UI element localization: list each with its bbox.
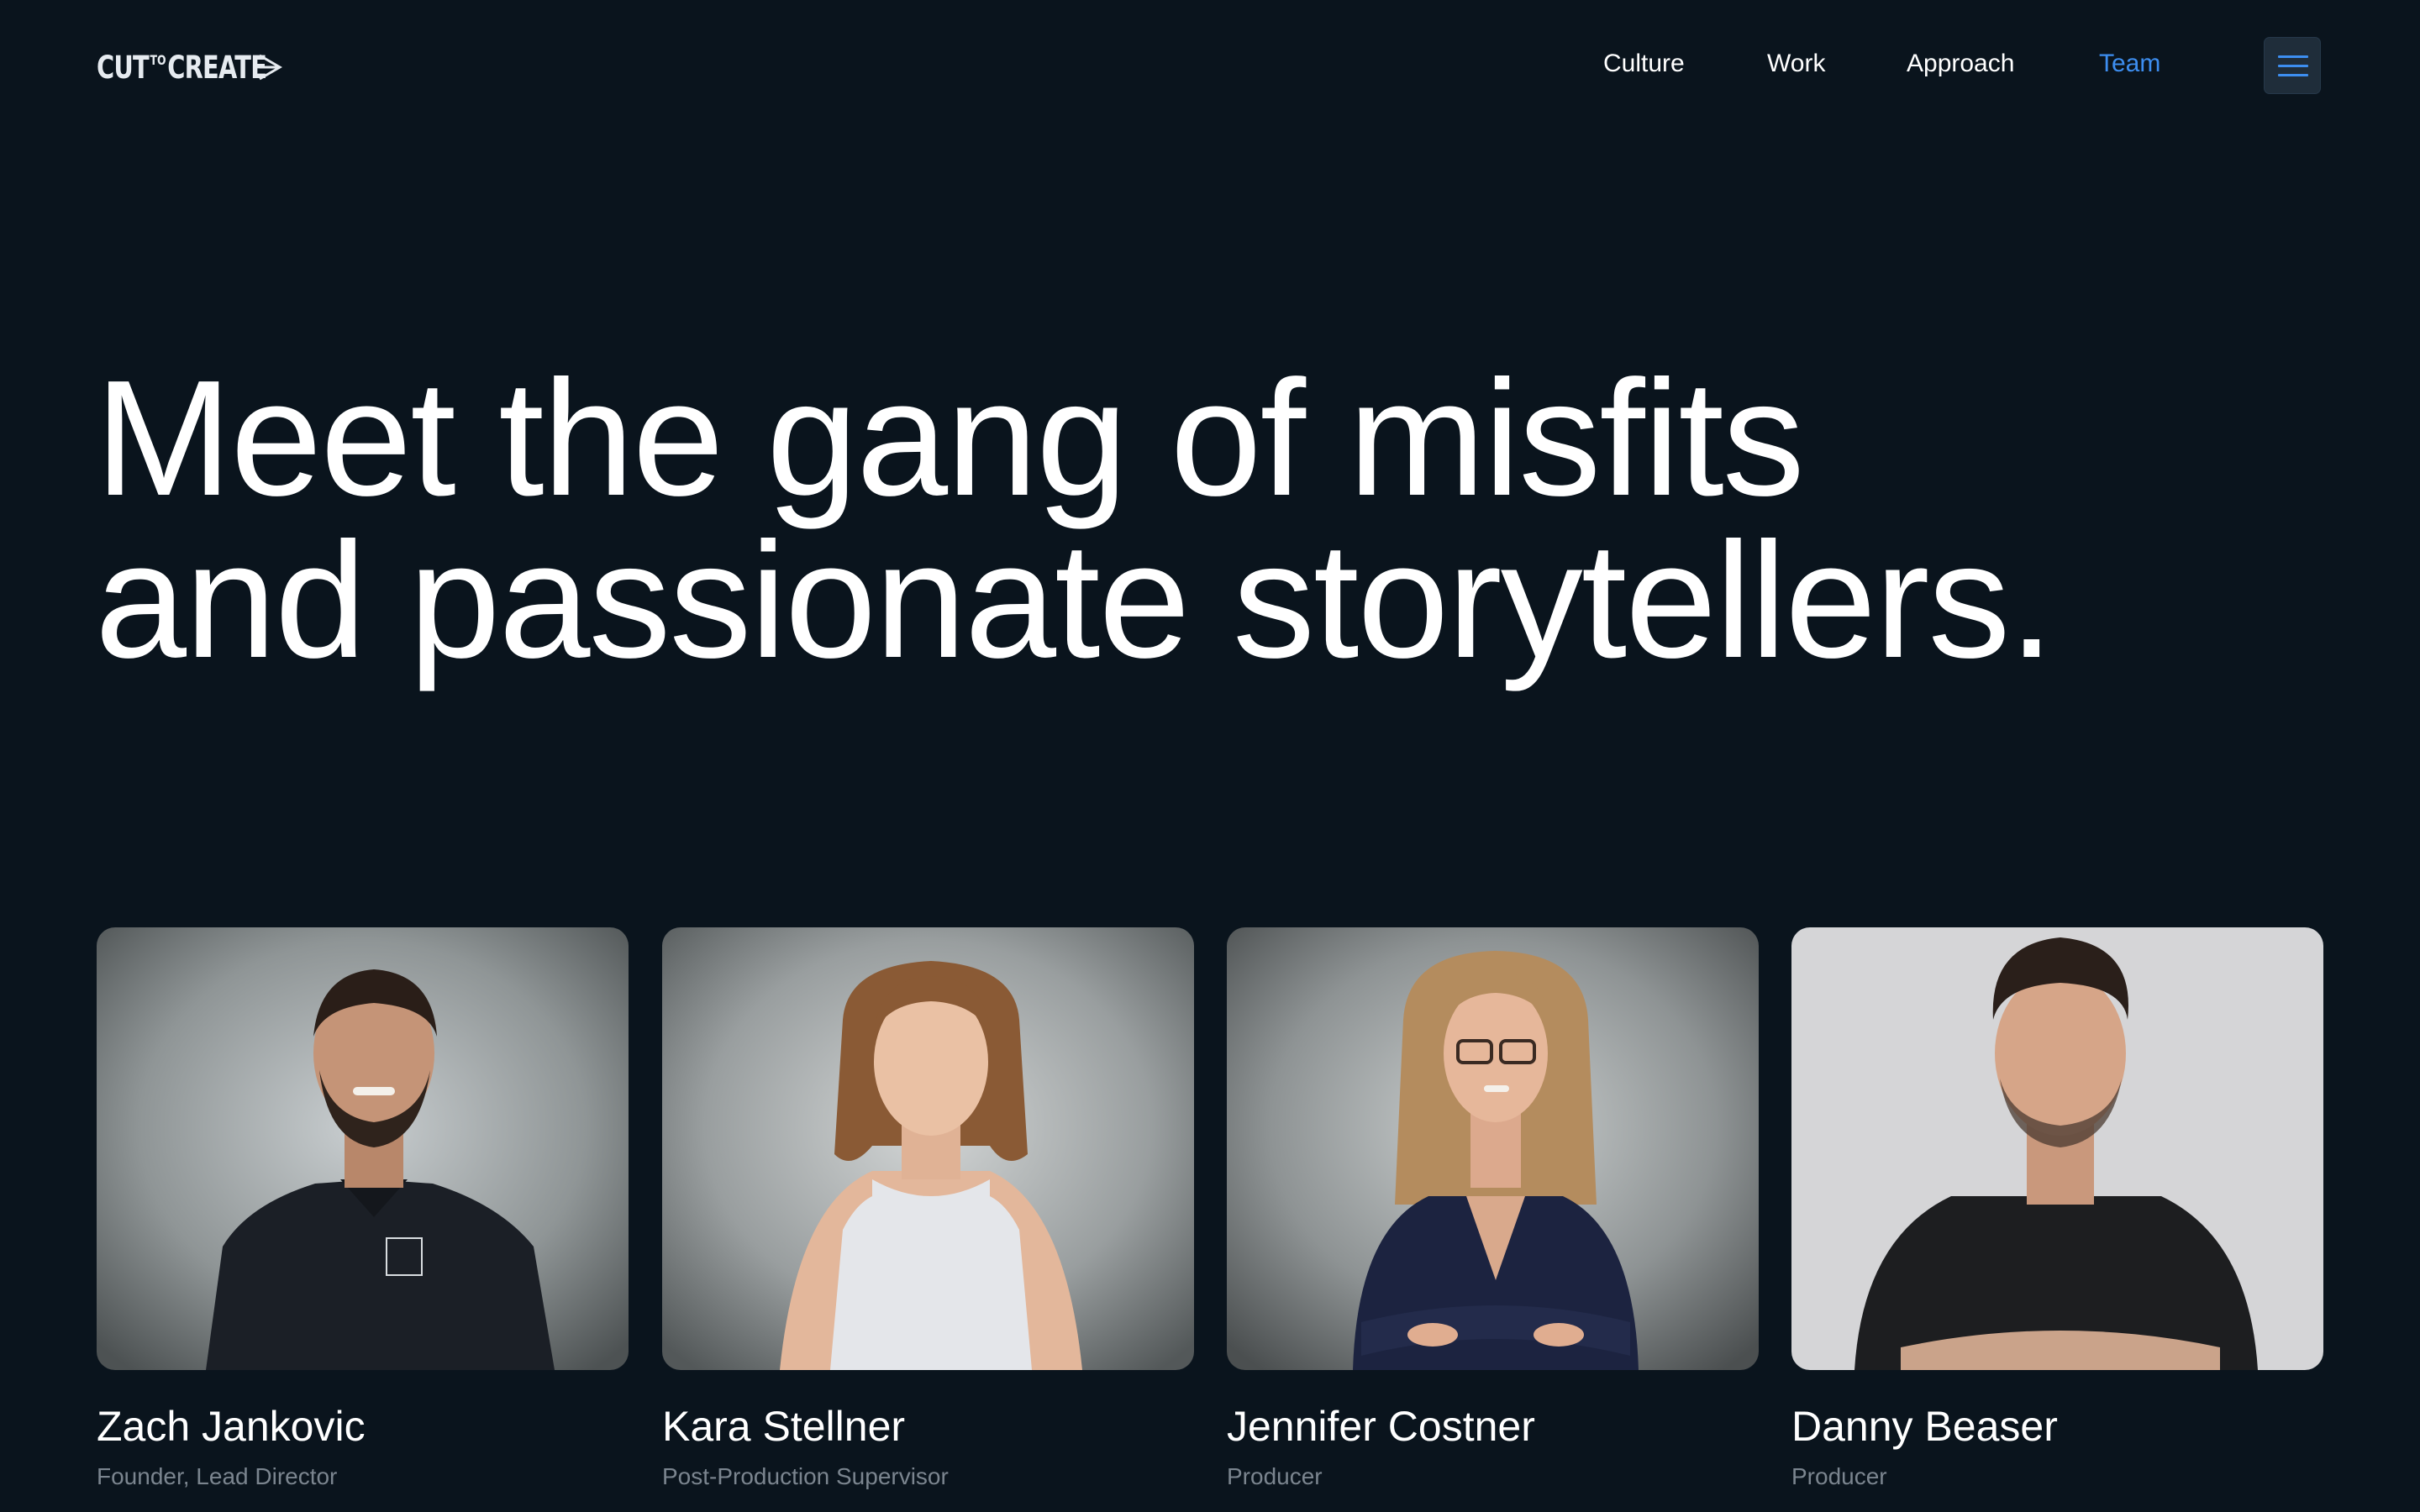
team-card-kara[interactable]: Kara Stellner Post-Production Supervisor	[662, 927, 1194, 1489]
portrait-image	[1791, 927, 2323, 1370]
member-name: Jennifer Costner	[1227, 1403, 1535, 1450]
logo-arrow-icon	[259, 54, 282, 81]
logo[interactable]: CUTTOCREATE	[97, 49, 314, 86]
team-card-zach[interactable]: Zach Jankovic Founder, Lead Director	[97, 927, 629, 1489]
nav-work[interactable]: Work	[1767, 47, 1825, 81]
hero-heading: Meet the gang of misfits and passionate …	[95, 346, 2054, 692]
team-photo	[1791, 927, 2323, 1370]
member-name: Kara Stellner	[662, 1403, 906, 1450]
member-name: Zach Jankovic	[97, 1403, 366, 1450]
member-role: Post-Production Supervisor	[662, 1463, 949, 1489]
portrait-image	[97, 927, 629, 1370]
team-card-jennifer[interactable]: Jennifer Costner Producer	[1227, 927, 1759, 1489]
hero-line-1: Meet the gang of misfits	[95, 346, 1805, 530]
hamburger-icon	[2278, 55, 2308, 58]
team-photo	[662, 927, 1194, 1370]
member-role: Producer	[1791, 1463, 1887, 1489]
logo-wordmark: CUTTOCREATE	[97, 49, 267, 86]
nav-team[interactable]: Team	[2099, 47, 2160, 81]
team-card-danny[interactable]: Danny Beaser Producer	[1791, 927, 2323, 1489]
member-name: Danny Beaser	[1791, 1403, 2058, 1450]
hero-line-2: and passionate storytellers.	[95, 508, 2054, 692]
portrait-image	[662, 927, 1194, 1370]
portrait-image	[1227, 927, 1759, 1370]
member-role: Producer	[1227, 1463, 1323, 1489]
team-photo	[1227, 927, 1759, 1370]
nav-culture[interactable]: Culture	[1603, 47, 1685, 81]
team-photo	[97, 927, 629, 1370]
menu-button[interactable]	[2264, 37, 2321, 94]
member-role: Founder, Lead Director	[97, 1463, 338, 1489]
nav-approach[interactable]: Approach	[1907, 47, 2014, 81]
